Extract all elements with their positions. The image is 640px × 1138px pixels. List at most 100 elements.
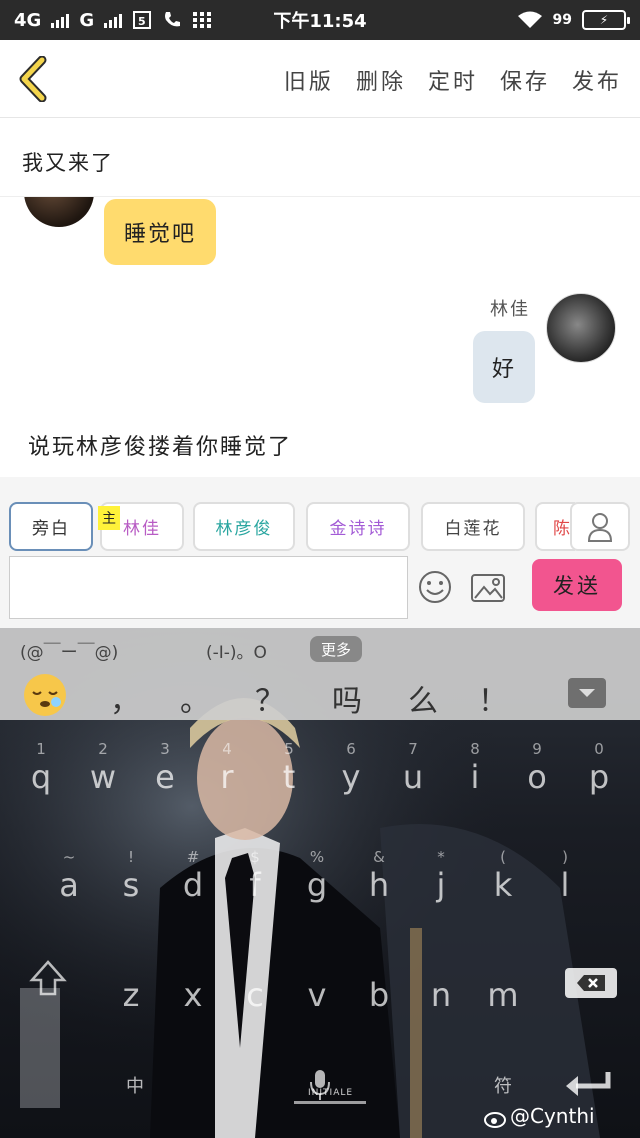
key-label: z xyxy=(122,976,140,1014)
keyboard: (@￣ー￣@) (-I-)。O 更多 ， 。 ？ 吗 么 ！ 1q 2w 3e … xyxy=(0,628,640,1138)
key-label: t xyxy=(282,758,296,796)
key-hint xyxy=(168,958,218,976)
kaomoji-suggestion[interactable]: (@￣ー￣@) xyxy=(20,638,118,663)
key-k[interactable]: (k xyxy=(478,848,528,904)
key-a[interactable]: ~ a xyxy=(44,848,94,904)
backspace-button[interactable] xyxy=(565,968,617,998)
punct-key[interactable]: ， xyxy=(110,676,140,720)
key-hint: 6 xyxy=(346,740,356,758)
key-hint: & xyxy=(373,848,385,866)
back-chevron-icon[interactable] xyxy=(16,56,52,102)
key-o[interactable]: 9o xyxy=(512,740,562,796)
narration-text[interactable]: 说玩林彦俊搂着你睡觉了 xyxy=(28,429,292,461)
enter-icon[interactable] xyxy=(562,1068,614,1100)
key-label: l xyxy=(560,866,570,904)
sleepy-emoji-icon[interactable] xyxy=(22,672,68,718)
symbol-key[interactable]: 符 xyxy=(494,1072,512,1098)
punct-key[interactable]: 。 xyxy=(180,676,210,720)
save-button[interactable]: 保存 xyxy=(500,64,550,96)
key-h[interactable]: & h xyxy=(354,848,404,904)
key-r[interactable]: 4r xyxy=(202,740,252,796)
role-chip-jin-shishi[interactable]: 金诗诗 xyxy=(306,502,410,551)
key-hint: ~ xyxy=(62,848,76,866)
emoji-icon[interactable] xyxy=(418,570,452,604)
punct-key[interactable]: 吗 xyxy=(332,676,362,720)
role-chip-label: 金诗诗 xyxy=(329,519,387,539)
schedule-button[interactable]: 定时 xyxy=(428,64,478,96)
key-label: m xyxy=(487,976,519,1014)
punct-key[interactable]: ？ xyxy=(255,676,285,720)
chat-area[interactable]: 睡觉吧 林佳 好 说玩林彦俊搂着你睡觉了 xyxy=(0,197,640,477)
key-b[interactable]: b xyxy=(354,958,404,1014)
left-message-bubble[interactable]: 睡觉吧 xyxy=(104,199,217,265)
key-label: v xyxy=(307,976,327,1014)
kaomoji-suggestion[interactable]: (-I-)。O xyxy=(206,638,267,663)
image-icon[interactable] xyxy=(470,572,506,604)
key-p[interactable]: 0p xyxy=(574,740,624,796)
manage-roles-button[interactable] xyxy=(570,502,630,551)
backspace-icon xyxy=(577,975,605,991)
key-e[interactable]: 3e xyxy=(140,740,190,796)
speaker-name: 林佳 xyxy=(490,299,530,320)
key-d[interactable]: # d xyxy=(168,848,218,904)
signal-icon xyxy=(51,12,70,28)
space-bar[interactable]: INITIALE xyxy=(294,1088,366,1104)
role-chip-narrator[interactable]: 旁白 xyxy=(9,502,93,551)
avatar-left[interactable] xyxy=(24,197,94,227)
key-s[interactable]: ! s xyxy=(106,848,156,904)
main-role-tag: 主 xyxy=(98,506,120,530)
old-version-button[interactable]: 旧版 xyxy=(284,64,334,96)
shift-icon[interactable] xyxy=(28,958,68,998)
more-kaomoji-button[interactable]: 更多 xyxy=(310,636,362,662)
key-label: j xyxy=(436,866,446,904)
key-hint xyxy=(230,958,280,976)
key-l[interactable]: ) l xyxy=(540,848,590,904)
chevron-down-icon xyxy=(579,689,595,697)
role-chip-lin-yanjun[interactable]: 林彦俊 xyxy=(193,502,295,551)
key-v[interactable]: v xyxy=(292,958,342,1014)
key-j[interactable]: * j xyxy=(416,848,466,904)
signal-icon-2 xyxy=(104,12,123,28)
key-g[interactable]: % g xyxy=(292,848,342,904)
key-f[interactable]: $ f xyxy=(230,848,280,904)
publish-button[interactable]: 发布 xyxy=(572,64,622,96)
role-chip-bai-lianhua[interactable]: 白莲花 xyxy=(421,502,525,551)
key-y[interactable]: 6y xyxy=(326,740,376,796)
story-title[interactable]: 我又来了 xyxy=(0,119,640,197)
send-button[interactable]: 发送 xyxy=(532,559,622,611)
key-label: k xyxy=(493,866,513,904)
collapse-keyboard-button[interactable] xyxy=(568,678,606,708)
battery-percent: 99 xyxy=(552,12,572,28)
key-n[interactable]: n xyxy=(416,958,466,1014)
key-m[interactable]: m xyxy=(478,958,528,1014)
person-icon xyxy=(587,512,613,542)
key-label: u xyxy=(402,758,424,796)
role-chip-partial[interactable]: 陈 xyxy=(535,502,575,551)
message-input[interactable] xyxy=(9,556,408,619)
avatar-right[interactable] xyxy=(546,293,616,363)
key-hint: 1 xyxy=(36,740,46,758)
punct-key[interactable]: 么 xyxy=(408,676,438,720)
key-i[interactable]: 8i xyxy=(450,740,500,796)
right-message-bubble[interactable]: 好 xyxy=(473,331,535,403)
key-u[interactable]: 7u xyxy=(388,740,438,796)
svg-text:5: 5 xyxy=(138,15,146,28)
key-label: p xyxy=(588,758,610,796)
key-hint xyxy=(292,958,342,976)
key-w[interactable]: 2w xyxy=(78,740,128,796)
role-selector: 旁白 林佳 主 林彦俊 金诗诗 白莲花 陈 xyxy=(0,477,640,552)
key-z[interactable]: z xyxy=(106,958,156,1014)
key-label: i xyxy=(470,758,480,796)
delete-button[interactable]: 删除 xyxy=(356,64,406,96)
key-x[interactable]: x xyxy=(168,958,218,1014)
key-q[interactable]: 1q xyxy=(16,740,66,796)
weibo-icon xyxy=(484,1112,506,1128)
language-switch-key[interactable]: 中 xyxy=(126,1072,144,1098)
key-label: n xyxy=(430,976,452,1014)
key-t[interactable]: 5t xyxy=(264,740,314,796)
watermark-text: @Cynthi xyxy=(510,1104,595,1128)
punct-key[interactable]: ！ xyxy=(478,676,508,720)
keyboard-suggestion-bar: (@￣ー￣@) (-I-)。O 更多 ， 。 ？ 吗 么 ！ xyxy=(0,628,640,720)
key-c[interactable]: c xyxy=(230,958,280,1014)
key-hint: 4 xyxy=(222,740,232,758)
